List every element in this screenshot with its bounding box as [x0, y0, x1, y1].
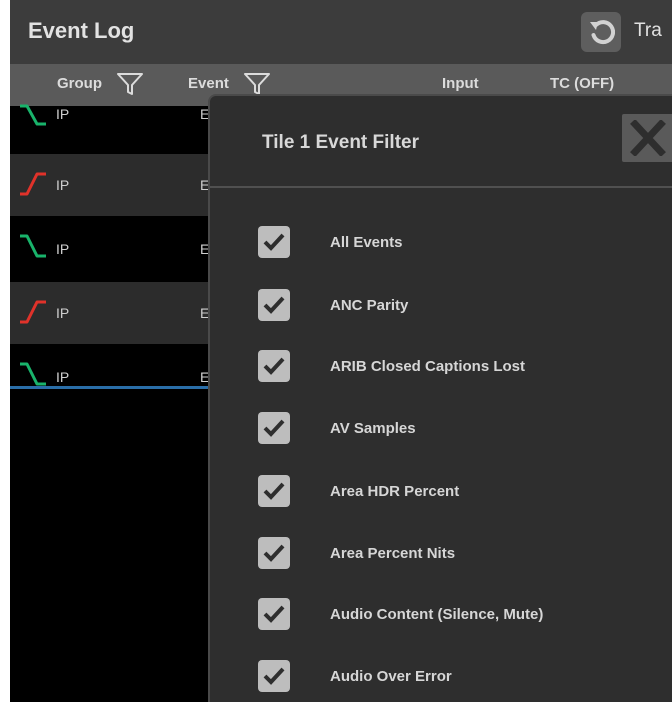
filter-option[interactable]: All Events: [210, 221, 672, 265]
checkmark-icon: [263, 544, 285, 562]
checkbox[interactable]: [258, 289, 290, 321]
undo-icon: [590, 20, 615, 45]
checkmark-icon: [263, 419, 285, 437]
row-group: IP: [56, 369, 70, 385]
checkmark-icon: [263, 296, 285, 314]
checkbox[interactable]: [258, 226, 290, 258]
filter-option[interactable]: AV Samples: [210, 407, 672, 451]
event-log-app: Event Log Tra Group Event Input TC (OFF)…: [10, 0, 672, 702]
filter-option-label: Area Percent Nits: [330, 545, 456, 562]
column-header-tc: TC (OFF): [550, 75, 615, 92]
checkmark-icon: [263, 605, 285, 623]
page-title: Event Log: [28, 18, 135, 43]
checkmark-icon: [263, 357, 285, 375]
checkbox[interactable]: [258, 598, 290, 630]
checkbox[interactable]: [258, 475, 290, 507]
row-group: IP: [56, 241, 70, 257]
filter-option[interactable]: Area Percent Nits: [210, 532, 672, 576]
checkbox[interactable]: [258, 412, 290, 444]
trace-button-label[interactable]: Tra: [634, 20, 662, 42]
column-header-group: Group: [57, 75, 102, 92]
column-header-event: Event: [188, 75, 229, 92]
filter-option-label: Audio Over Error: [330, 668, 452, 685]
checkbox[interactable]: [258, 350, 290, 382]
filter-option-label: All Events: [330, 234, 403, 251]
dialog-divider: [210, 186, 672, 188]
checkbox[interactable]: [258, 660, 290, 692]
checkbox[interactable]: [258, 537, 290, 569]
close-icon: [630, 120, 666, 156]
filter-option-label: ANC Parity: [330, 297, 409, 314]
row-group: IP: [56, 177, 70, 193]
event-filter-dialog: Tile 1 Event Filter All Events ANC Parit…: [208, 94, 672, 702]
list-divider: [10, 386, 220, 389]
filter-option[interactable]: Area HDR Percent: [210, 470, 672, 514]
filter-option-label: Audio Content (Silence, Mute): [330, 606, 544, 623]
undo-button[interactable]: [581, 12, 621, 52]
rising-edge-icon: [20, 172, 46, 196]
filter-option-label: ARIB Closed Captions Lost: [330, 358, 526, 375]
checkmark-icon: [263, 667, 285, 685]
filter-option[interactable]: ANC Parity: [210, 284, 672, 328]
row-group: IP: [56, 305, 70, 321]
filter-option-label: AV Samples: [330, 420, 416, 437]
checkmark-icon: [263, 233, 285, 251]
rising-edge-icon: [20, 300, 46, 324]
filter-option[interactable]: Audio Content (Silence, Mute): [210, 593, 672, 637]
checkmark-icon: [263, 482, 285, 500]
group-filter-icon[interactable]: [116, 71, 144, 97]
filter-option[interactable]: ARIB Closed Captions Lost: [210, 345, 672, 389]
column-header-input: Input: [442, 75, 479, 92]
title-bar: Event Log Tra: [10, 0, 672, 64]
close-button[interactable]: [622, 114, 672, 162]
dialog-title: Tile 1 Event Filter: [262, 132, 419, 153]
row-group: IP: [56, 106, 70, 122]
falling-edge-icon: [20, 234, 46, 258]
falling-edge-icon: [20, 362, 46, 386]
falling-edge-icon: [20, 104, 46, 126]
filter-option[interactable]: Audio Over Error: [210, 655, 672, 699]
filter-option-label: Area HDR Percent: [330, 483, 460, 500]
